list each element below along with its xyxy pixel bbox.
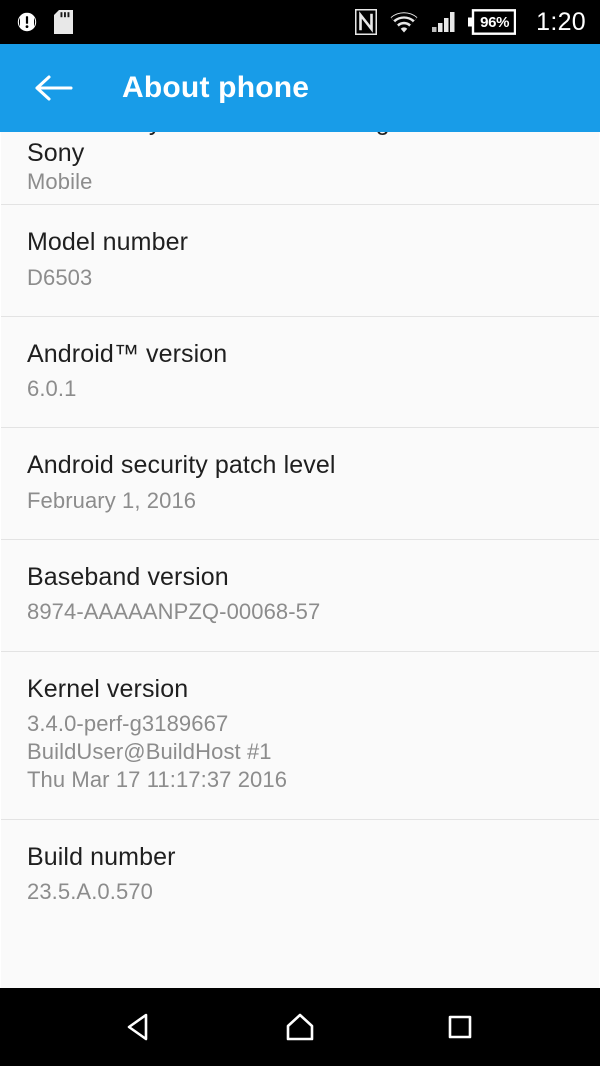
battery-indicator: 96% (468, 9, 517, 35)
list-item-value: 6.0.1 (27, 375, 573, 403)
value-line: 6.0.1 (27, 376, 77, 402)
value-line: 23.5.A.0.570 (27, 879, 153, 905)
recents-square-icon (448, 1015, 472, 1039)
value-line: 3.4.0-perf-g3189667 (27, 711, 229, 737)
back-triangle-icon (127, 1013, 148, 1041)
value-line: Thu Mar 17 11:17:37 2016 (27, 767, 288, 793)
sd-card-icon (54, 10, 73, 34)
app-bar: About phone (0, 44, 600, 132)
value-line: BuildUser@BuildHost #1 (27, 739, 272, 765)
wifi-icon (390, 11, 418, 33)
list-item-clipped[interactable]: Send anonymous data and usage statistics… (1, 132, 599, 204)
list-item-kernel-version[interactable]: Kernel version 3.4.0-perf-g3189667 Build… (1, 650, 599, 819)
list-item-value: 3.4.0-perf-g3189667 BuildUser@BuildHost … (27, 710, 573, 794)
list-item-title: Android security patch level (27, 451, 336, 480)
list-item-model-number[interactable]: Model number D6503 (1, 204, 599, 316)
list-item-value: Mobile (27, 169, 93, 194)
nfc-icon (355, 9, 378, 35)
value-line: February 1, 2016 (27, 487, 197, 513)
page-title: About phone (122, 71, 310, 104)
battery-percent-label: 96% (480, 13, 510, 31)
nav-recents-button[interactable] (412, 988, 508, 1066)
about-phone-list[interactable]: Send anonymous data and usage statistics… (0, 132, 600, 988)
list-item-title: Build number (27, 842, 176, 871)
list-item-value: 8974-AAAAANPZQ-00068-57 (27, 598, 573, 626)
list-item-baseband-version[interactable]: Baseband version 8974-AAAAANPZQ-00068-57 (1, 538, 599, 651)
list-item-title: Baseband version (27, 562, 229, 591)
list-item-value: 23.5.A.0.570 (27, 878, 573, 906)
alert-circle-icon (16, 11, 38, 33)
nav-home-button[interactable] (252, 988, 348, 1066)
status-bar-left-icons (16, 10, 73, 34)
value-line: 8974-AAAAANPZQ-00068-57 (27, 599, 321, 625)
list-item-security-patch-level[interactable]: Android security patch level February 1,… (1, 427, 599, 539)
nav-back-button[interactable] (92, 988, 188, 1066)
home-icon (286, 1013, 314, 1041)
value-line: D6503 (27, 264, 93, 290)
phone-screen: 96% 1:20 About phone Send anonymous data… (0, 0, 600, 1066)
status-bar: 96% 1:20 (0, 0, 600, 44)
back-arrow-icon[interactable] (30, 65, 76, 111)
navigation-bar (0, 988, 600, 1066)
list-item-android-version[interactable]: Android™ version 6.0.1 (1, 315, 599, 428)
list-item-title: Android™ version (27, 339, 228, 368)
status-bar-clock: 1:20 (536, 7, 586, 36)
status-bar-right-icons: 96% 1:20 (355, 9, 586, 35)
list-item-value: D6503 (27, 264, 573, 292)
list-item-title: Model number (27, 228, 189, 256)
list-item-title: Send anonymous data and usage statistics… (27, 132, 536, 167)
list-item-value: February 1, 2016 (27, 487, 573, 515)
list-item-title: Kernel version (27, 674, 189, 703)
list-item-build-number[interactable]: Build number 23.5.A.0.570 (1, 818, 599, 931)
cellular-signal-icon (431, 11, 455, 33)
